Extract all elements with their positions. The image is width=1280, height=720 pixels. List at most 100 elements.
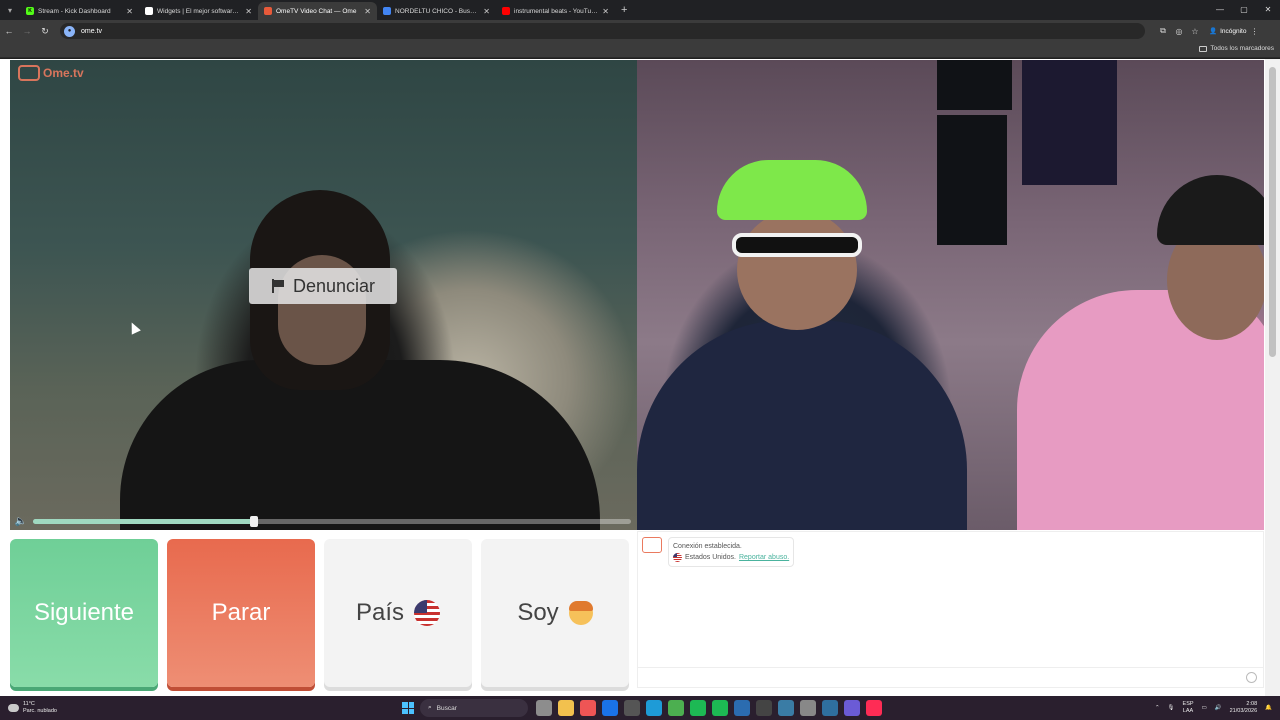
emoji-icon[interactable] [1246,672,1257,683]
kick-favicon-icon: K [26,7,34,15]
chevron-up-icon[interactable]: ⌃ [1155,705,1160,711]
app-icon[interactable] [800,700,816,716]
window-controls: — ▢ ✕ [1208,0,1280,20]
translate-icon[interactable]: ⧉ [1155,26,1171,36]
close-window-icon[interactable]: ✕ [1256,0,1280,20]
flag-icon [271,279,285,293]
tab-title: Widgets | El mejor software par [157,7,242,15]
app-icon[interactable] [822,700,838,716]
next-button[interactable]: Siguiente [10,539,158,687]
video-figure-glasses [732,233,862,257]
close-icon[interactable]: ✕ [483,7,490,16]
address-bar-row: ← → ↻ ● ome.tv ⧉ ◎ ☆ 👤 Incógnito ⋮ [0,20,1280,42]
volume-thumb[interactable] [250,516,259,527]
report-button[interactable]: Denunciar [249,268,397,304]
time: 2:08 [1246,701,1258,707]
ometv-favicon-icon [264,7,272,15]
search-icon: ⌕ [428,704,432,711]
boy-icon [568,601,593,625]
video-figure-shirt [637,320,967,530]
taskbar-search[interactable]: ⌕ Buscar [420,699,528,717]
video-figure-face [737,210,857,330]
wall-poster [937,60,1012,110]
chat-input[interactable] [638,667,1263,687]
taskbar-apps [536,700,882,716]
system-tray: ⌃ 🎙 ESP LAA ▭ 🔊 2:08 21/03/2026 🔔 [1155,696,1272,720]
stop-label: Parar [211,599,271,626]
stranger-video[interactable]: Ome.tv Denunciar 🔈 [10,60,637,530]
reload-icon[interactable]: ↻ [36,26,54,37]
video-figure-cap [717,160,867,220]
chrome-icon[interactable] [668,700,684,716]
weather-widget[interactable]: 11°C Parc. nublado [8,701,57,715]
tab-widgets[interactable]: Widgets | El mejor software par ✕ [139,2,258,20]
app-icon[interactable] [734,700,750,716]
notifications-icon[interactable]: 🔔 [1265,705,1272,711]
app-icon[interactable] [844,700,860,716]
incognito-label: Incógnito [1220,27,1247,35]
scroll-thumb[interactable] [1269,67,1276,357]
ometv-logo: Ome.tv [18,65,84,81]
tab-kick-dashboard[interactable]: K Stream - Kick Dashboard ✕ [20,2,139,20]
self-video [637,60,1264,530]
report-label: Denunciar [292,275,376,296]
app-icon[interactable] [580,700,596,716]
outlook-icon[interactable] [602,700,618,716]
maximize-icon[interactable]: ▢ [1232,0,1256,20]
incognito-indicator[interactable]: 👤 Incógnito [1209,27,1247,36]
site-info-icon[interactable]: ● [64,25,75,37]
spotify-icon[interactable] [690,700,706,716]
start-button[interactable] [402,702,414,714]
lang-layout: LAA [1182,708,1194,714]
country-button[interactable]: País [324,539,472,687]
wall-poster [937,115,1007,245]
menu-icon[interactable]: ⋮ [1246,27,1262,36]
store-icon[interactable] [624,700,640,716]
page-scrollbar[interactable] [1265,59,1280,696]
volume-slider[interactable] [33,516,631,527]
date: 21/03/2026 [1229,708,1258,714]
tab-title: Stream - Kick Dashboard [38,7,111,15]
app-icon[interactable] [756,700,772,716]
star-icon[interactable]: ☆ [1187,27,1203,36]
tab-search-icon[interactable]: ▾ [0,0,20,20]
spotify-icon[interactable] [712,700,728,716]
file-explorer-icon[interactable] [558,700,574,716]
forward-icon[interactable]: → [18,26,36,36]
minimize-icon[interactable]: — [1208,0,1232,20]
close-icon[interactable]: ✕ [602,7,609,16]
microphone-icon[interactable]: 🎙 [1168,705,1175,711]
eye-off-icon[interactable]: ◎ [1171,27,1187,36]
stop-button[interactable]: Parar [167,539,315,687]
url-input[interactable]: ● ome.tv [60,23,1145,39]
close-icon[interactable]: ✕ [364,7,371,16]
clock[interactable]: 2:08 21/03/2026 [1230,701,1258,715]
country-label: País [355,599,405,626]
close-icon[interactable]: ✕ [126,7,133,16]
close-icon[interactable]: ✕ [245,7,252,16]
network-icon[interactable]: ▭ [1202,705,1207,711]
browser-tab-strip: ▾ K Stream - Kick Dashboard ✕ Widgets | … [0,0,1280,20]
edge-icon[interactable] [646,700,662,716]
tab-youtube[interactable]: instrumental beats - YouTube ✕ [496,2,615,20]
volume-control: 🔈 [10,513,637,530]
back-icon[interactable]: ← [0,26,18,36]
speaker-icon[interactable]: 🔈 [10,516,32,527]
folder-icon [1199,45,1208,52]
app-icon[interactable] [536,700,552,716]
language-indicator[interactable]: ESP LAA [1183,701,1194,715]
volume-icon[interactable]: 🔊 [1215,705,1222,711]
report-abuse-link[interactable]: Reportar abuso. [739,552,789,563]
gender-button[interactable]: Soy [481,539,629,687]
new-tab-icon[interactable]: + [621,4,627,16]
tab-title: OmeTV Video Chat — Ome [276,7,357,15]
system-message: Conexión establecida. Estados Unidos. Re… [642,537,795,567]
tiktok-icon[interactable] [866,700,882,716]
app-icon[interactable] [778,700,794,716]
all-bookmarks-label: Todos los marcadores [1210,45,1274,52]
all-bookmarks-button[interactable]: Todos los marcadores [1199,45,1274,52]
country-text: Estados Unidos. [685,554,736,561]
taskbar: 11°C Parc. nublado ⌕ Buscar ⌃ 🎙 ESP LAA … [0,696,1280,720]
tab-google-search[interactable]: NORDELTU CHICO - Buscar con ✕ [377,2,496,20]
tab-ometv[interactable]: OmeTV Video Chat — Ome ✕ [258,2,377,20]
